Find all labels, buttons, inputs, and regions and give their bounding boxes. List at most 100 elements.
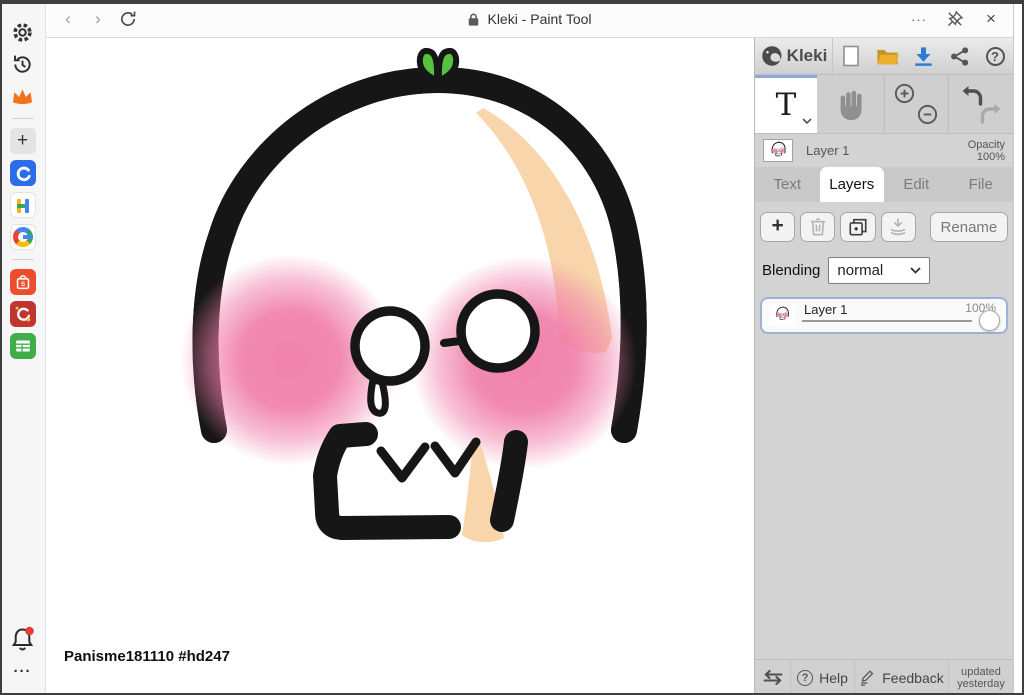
hahalolo-h-icon: [9, 192, 36, 218]
paint-canvas[interactable]: Panisme181110 #hd247: [46, 38, 754, 695]
updated-line2: yesterday: [957, 677, 1005, 690]
layer-list-item[interactable]: Layer 1 100%: [760, 297, 1008, 334]
page-title: Kleki - Paint Tool: [46, 0, 1013, 38]
red-game-icon: [9, 301, 36, 327]
opacity-slider-knob[interactable]: [979, 310, 1000, 331]
more-options-button[interactable]: ···: [907, 7, 931, 31]
pencil-icon: [861, 670, 874, 686]
plus-icon: +: [771, 214, 784, 237]
tab-file[interactable]: File: [949, 167, 1014, 202]
more-icon: ···: [911, 11, 927, 27]
swap-arrows-icon: [763, 669, 782, 686]
text-tool-icon: T: [775, 86, 797, 123]
shortcut-browser-app[interactable]: [6, 157, 40, 189]
shortcut-game-app[interactable]: [6, 298, 40, 330]
blending-row: Blending normal: [760, 257, 1008, 284]
browser-titlebar: ‹ › Kleki - Paint Tool ··· ×: [46, 0, 1013, 38]
merge-layer-button[interactable]: [880, 212, 916, 242]
crown-icon: [12, 88, 33, 104]
chevron-down-icon: [802, 118, 812, 124]
updated-line1: updated: [961, 665, 1001, 678]
titlebar-controls: ··· ×: [907, 0, 1003, 38]
layer-actions-row: + Rename: [760, 212, 1008, 242]
blending-value: normal: [837, 262, 884, 279]
duplicate-layer-button[interactable]: [840, 212, 876, 242]
feedback-button[interactable]: Feedback: [855, 660, 949, 695]
sidebar-divider: [11, 118, 34, 119]
hand-icon: [840, 90, 862, 121]
plus-icon: +: [9, 128, 36, 154]
artwork-caption: Panisme181110 #hd247: [64, 648, 230, 665]
kleki-header: Kleki ?: [755, 38, 1013, 75]
tab-layers[interactable]: Layers: [819, 167, 884, 202]
open-file-button[interactable]: [869, 38, 905, 74]
window-edge-strip: [1013, 0, 1024, 695]
sidebar-overflow-button[interactable]: ···: [6, 655, 40, 687]
reload-button[interactable]: [116, 7, 140, 31]
kleki-panel: Kleki ? T Layer 1 Opacity 100% Text Laye…: [754, 38, 1013, 695]
undo-redo-controls: [949, 75, 1013, 133]
footer-help-button[interactable]: ? Help: [791, 660, 855, 695]
text-tool-button[interactable]: T: [755, 75, 817, 133]
delete-layer-button[interactable]: [800, 212, 836, 242]
sidebar-add-shortcut-button[interactable]: +: [6, 125, 40, 157]
active-layer-name: Layer 1: [806, 143, 850, 158]
sidebar-history-button[interactable]: [6, 48, 40, 80]
share-icon: [950, 46, 968, 66]
share-button[interactable]: [941, 38, 977, 74]
svg-text:S: S: [20, 281, 24, 288]
help-label: Help: [819, 669, 848, 686]
opacity-readout: Opacity 100%: [968, 139, 1005, 163]
shortcut-hahalolo-app[interactable]: [6, 189, 40, 221]
back-icon: ‹: [65, 8, 71, 28]
artwork-character: [180, 47, 647, 543]
help-button[interactable]: ?: [977, 38, 1013, 74]
character-body-left: [313, 422, 461, 540]
tab-edit[interactable]: Edit: [884, 167, 949, 202]
active-layer-preview[interactable]: Layer 1 Opacity 100%: [755, 134, 1013, 167]
shortcut-shopee-app[interactable]: S: [6, 266, 40, 298]
browser-window: ‹ › Kleki - Paint Tool ··· × + S ··· Pan…: [0, 0, 1024, 695]
close-panel-button[interactable]: ×: [979, 7, 1003, 31]
forward-button[interactable]: ›: [86, 7, 110, 31]
panel-tabs: Text Layers Edit File: [755, 167, 1013, 202]
history-icon: [14, 55, 31, 73]
character-tear-drop: [367, 376, 389, 417]
shortcut-sheets-app[interactable]: [6, 330, 40, 362]
zoom-controls: [885, 75, 948, 133]
character-eye-left: [350, 306, 430, 386]
gear-icon: [13, 22, 32, 42]
back-button[interactable]: ‹: [56, 7, 80, 31]
help-icon: ?: [985, 46, 1005, 66]
hand-tool-button[interactable]: [817, 75, 884, 133]
rename-layer-button[interactable]: Rename: [929, 212, 1008, 242]
zoom-out-button[interactable]: [916, 103, 939, 126]
overflow-icon: ···: [13, 662, 32, 680]
swap-ui-side-button[interactable]: [755, 660, 791, 695]
sidebar-crown-button[interactable]: [6, 80, 40, 112]
duplicate-icon: [849, 218, 867, 236]
new-image-button[interactable]: [833, 38, 869, 74]
tool-row: T: [755, 75, 1013, 134]
shortcut-google-app[interactable]: [6, 221, 40, 253]
add-layer-button[interactable]: +: [760, 212, 796, 242]
layer-thumbnail: [769, 305, 795, 325]
opacity-value: 100%: [976, 150, 1005, 163]
sidebar-settings-button[interactable]: [6, 16, 40, 48]
blending-select[interactable]: normal: [828, 257, 931, 284]
download-button[interactable]: [905, 38, 941, 74]
opacity-slider-track[interactable]: [802, 320, 972, 322]
unpin-icon: [947, 10, 964, 27]
kleki-logo-icon: [761, 46, 782, 66]
layer-thumbnail: [763, 139, 793, 162]
notifications-bell-button[interactable]: [6, 623, 40, 655]
zoom-in-button[interactable]: [893, 82, 916, 105]
feedback-label: Feedback: [882, 669, 944, 686]
character-nose-dash: [440, 337, 464, 347]
updated-status: updated yesterday: [949, 660, 1013, 695]
browser-sidebar: + S ···: [0, 0, 46, 695]
kleki-logo[interactable]: Kleki: [755, 38, 833, 74]
unpin-button[interactable]: [943, 7, 967, 31]
tab-text[interactable]: Text: [755, 167, 820, 202]
redo-button[interactable]: [979, 102, 1004, 126]
